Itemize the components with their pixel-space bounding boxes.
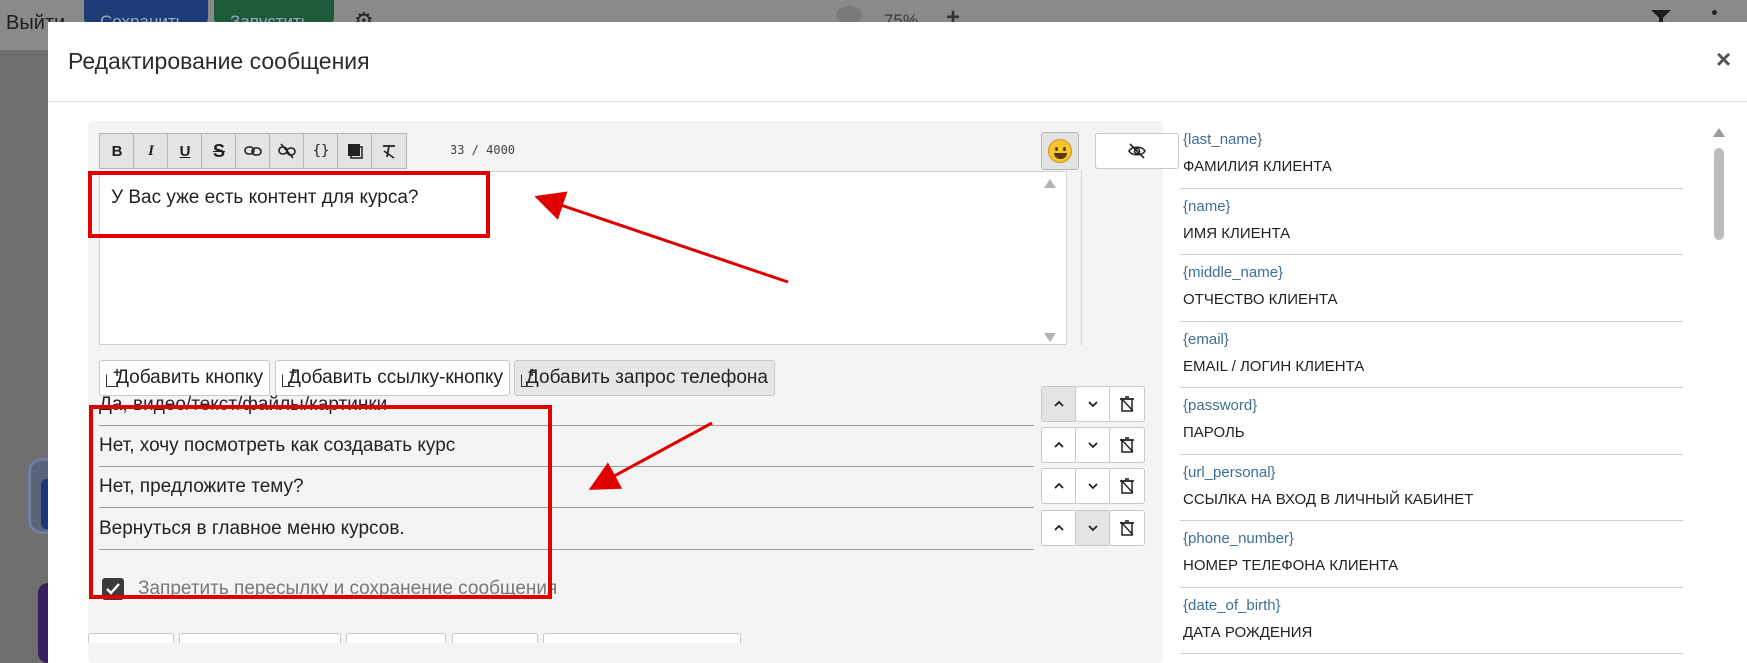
annotation-arrow: [588, 421, 713, 490]
annotation-arrow: [534, 191, 789, 284]
annotation-arrows: [534, 191, 789, 490]
